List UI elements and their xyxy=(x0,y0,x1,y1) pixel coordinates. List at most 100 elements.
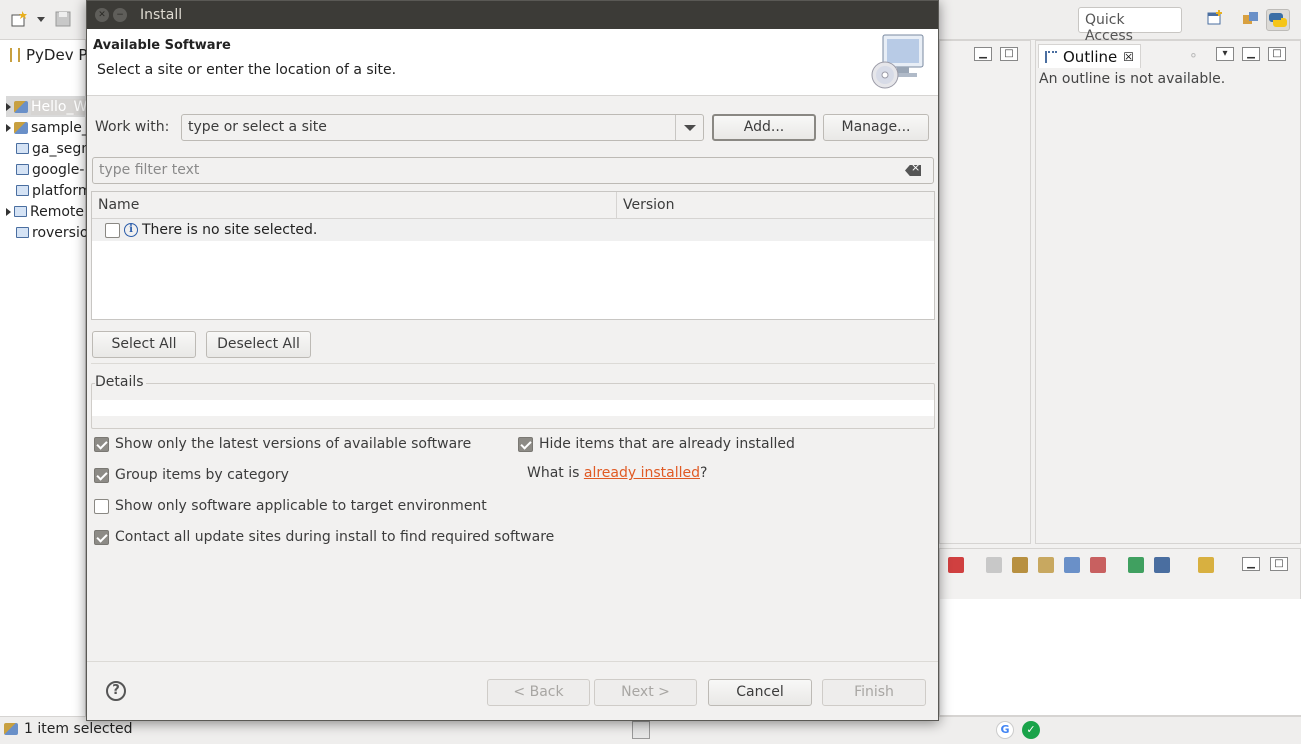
java-perspective-icon[interactable] xyxy=(1240,9,1264,31)
cancel-button[interactable]: Cancel xyxy=(708,679,812,706)
tree-item-label: Hello_W xyxy=(31,98,88,115)
details-label: Details xyxy=(95,374,146,390)
heap-status-icon[interactable] xyxy=(632,721,650,739)
latest-versions-checkbox[interactable] xyxy=(94,436,109,452)
view-menu-button[interactable]: ▾ xyxy=(1216,47,1234,61)
tree-item[interactable]: Hello_W xyxy=(6,96,88,117)
show-on-error-icon[interactable] xyxy=(1090,557,1106,573)
tab-outline[interactable]: Outline ☒ xyxy=(1038,44,1142,68)
manage-sites-button[interactable]: Manage... xyxy=(823,114,929,141)
package-explorer-tab[interactable]: PyDev Pa xyxy=(4,42,96,70)
status-text: 1 item selected xyxy=(24,721,133,737)
select-all-button[interactable]: Select All xyxy=(92,331,196,358)
new-wizard-icon[interactable] xyxy=(10,10,28,28)
target-environment-checkbox[interactable] xyxy=(94,498,109,514)
pin-console-icon[interactable] xyxy=(1128,557,1144,573)
work-with-combo[interactable]: type or select a site xyxy=(181,114,704,141)
outline-icon xyxy=(1045,50,1057,63)
outline-panel: Outline ☒ ⚬ ▾ ▁ □ An outline is not avai… xyxy=(1035,40,1301,544)
tree-item[interactable]: google- xyxy=(16,159,84,180)
maximize-button[interactable]: □ xyxy=(1268,47,1286,61)
sync-icon[interactable]: ⚬ xyxy=(1188,49,1199,64)
hide-installed-option[interactable]: Hide items that are already installed xyxy=(518,436,795,452)
column-header-name[interactable]: Name xyxy=(92,192,617,219)
expand-arrow-icon[interactable] xyxy=(6,102,11,111)
dialog-title: Install xyxy=(140,7,183,23)
back-button[interactable]: < Back xyxy=(487,679,590,706)
open-console-icon[interactable] xyxy=(1198,557,1214,573)
close-icon[interactable]: ☒ xyxy=(1123,50,1134,64)
already-installed-link[interactable]: already installed xyxy=(584,465,700,481)
group-by-category-option[interactable]: Group items by category xyxy=(94,467,289,483)
expand-arrow-icon[interactable] xyxy=(6,207,11,216)
finish-button[interactable]: Finish xyxy=(822,679,926,706)
hide-installed-label: Hide items that are already installed xyxy=(539,436,795,452)
row-checkbox[interactable] xyxy=(105,222,120,238)
deselect-all-button[interactable]: Deselect All xyxy=(206,331,311,358)
minimize-button[interactable]: ▁ xyxy=(1242,47,1260,61)
tree-item[interactable]: platform xyxy=(16,180,92,201)
contact-update-sites-option[interactable]: Contact all update sites during install … xyxy=(94,529,554,545)
close-window-icon[interactable]: ✕ xyxy=(95,8,109,22)
details-content xyxy=(92,400,934,416)
console-content xyxy=(940,599,1301,715)
row-name: There is no site selected. xyxy=(142,222,318,238)
console-panel: ▁ □ xyxy=(939,548,1301,716)
dropdown-arrow-icon[interactable] xyxy=(34,10,52,28)
status-ok-icon: ✓ xyxy=(1022,721,1040,739)
separator xyxy=(91,363,935,364)
group-by-category-label: Group items by category xyxy=(115,467,289,483)
tree-item[interactable]: Remote xyxy=(6,201,84,222)
what-is-installed-text: What is already installed? xyxy=(527,465,707,481)
minimize-button[interactable]: ▁ xyxy=(974,47,992,61)
scroll-lock-icon[interactable] xyxy=(1012,557,1028,573)
quick-access-field[interactable]: Quick Access xyxy=(1078,7,1182,44)
banner-title: Available Software xyxy=(93,38,231,53)
folder-icon xyxy=(16,164,29,175)
table-header: Name Version xyxy=(92,192,934,219)
dialog-banner: Available Software Select a site or ente… xyxy=(87,29,938,96)
maximize-button[interactable]: □ xyxy=(1000,47,1018,61)
minimize-window-icon[interactable]: − xyxy=(113,8,127,22)
folder-icon xyxy=(16,143,29,154)
expand-arrow-icon[interactable] xyxy=(6,123,11,132)
folder-icon xyxy=(16,185,29,196)
tree-item[interactable]: roversio xyxy=(16,222,88,243)
package-explorer-panel: PyDev Pa Hello_W sample_ ga_segm google-pla… xyxy=(0,40,96,716)
filter-input[interactable]: type filter text xyxy=(92,157,934,184)
save-icon[interactable] xyxy=(54,10,72,28)
latest-versions-option[interactable]: Show only the latest versions of availab… xyxy=(94,436,471,452)
editor-area: ▁ □ xyxy=(939,40,1031,544)
what-is-suffix: ? xyxy=(700,465,708,481)
chevron-down-icon[interactable] xyxy=(675,115,703,140)
clear-filter-icon[interactable] xyxy=(905,165,921,176)
what-is-prefix: What is xyxy=(527,465,584,481)
help-icon[interactable]: ? xyxy=(106,681,126,701)
filter-placeholder: type filter text xyxy=(99,162,200,178)
project-icon xyxy=(14,100,28,113)
add-site-button[interactable]: Add... xyxy=(712,114,816,141)
column-header-version[interactable]: Version xyxy=(617,192,934,219)
dialog-titlebar: ✕ − Install xyxy=(87,1,938,29)
hide-installed-checkbox[interactable] xyxy=(518,436,533,452)
contact-update-sites-checkbox[interactable] xyxy=(94,529,109,545)
show-on-output-icon[interactable] xyxy=(1064,557,1080,573)
open-perspective-button[interactable] xyxy=(1204,9,1228,31)
tree-item[interactable]: sample_ xyxy=(6,117,89,138)
remove-launch-icon[interactable] xyxy=(948,557,964,573)
tree-item-label: platform xyxy=(32,182,92,199)
group-by-category-checkbox[interactable] xyxy=(94,467,109,483)
next-button[interactable]: Next > xyxy=(594,679,697,706)
tree-item[interactable]: ga_segm xyxy=(16,138,95,159)
display-console-icon[interactable] xyxy=(1154,557,1170,573)
folder-icon xyxy=(16,227,29,238)
word-wrap-icon[interactable] xyxy=(1038,557,1054,573)
pydev-perspective-icon[interactable] xyxy=(1266,9,1290,31)
minimize-button[interactable]: ▁ xyxy=(1242,557,1260,571)
table-row[interactable]: i There is no site selected. xyxy=(92,219,934,241)
install-dialog: ✕ − Install Available Software Select a … xyxy=(86,0,939,721)
google-icon[interactable]: G xyxy=(996,721,1014,739)
maximize-button[interactable]: □ xyxy=(1270,557,1288,571)
clear-console-icon[interactable] xyxy=(986,557,1002,573)
target-environment-option[interactable]: Show only software applicable to target … xyxy=(94,498,487,514)
